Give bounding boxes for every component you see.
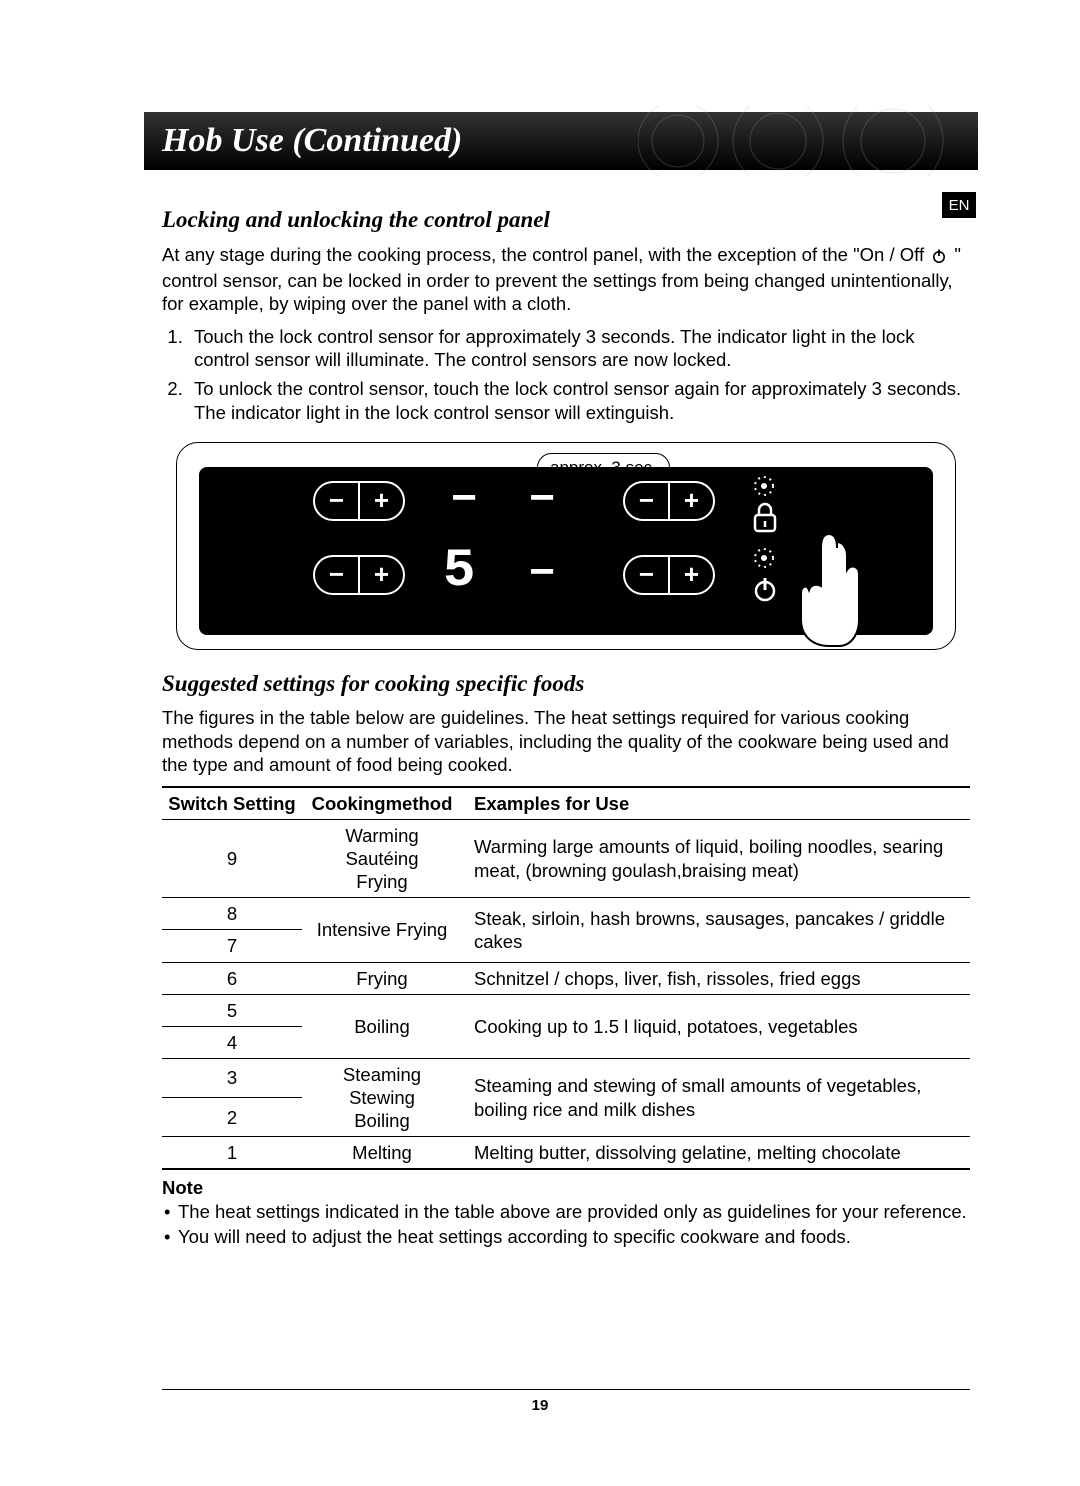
col-header-example: Examples for Use bbox=[462, 787, 970, 820]
language-tag: EN bbox=[942, 192, 976, 218]
cell-example: Steak, sirloin, hash browns, sausages, p… bbox=[462, 898, 970, 962]
header-decor-circles bbox=[638, 106, 958, 176]
minus-icon: − bbox=[625, 483, 668, 519]
plus-icon: + bbox=[360, 483, 403, 519]
cell-method: Melting bbox=[302, 1137, 462, 1170]
cell-setting: 8 bbox=[162, 898, 302, 930]
minus-icon: − bbox=[315, 483, 358, 519]
cell-setting: 1 bbox=[162, 1137, 302, 1170]
control-panel-figure: approx. 3 sec. −+ −+ −+ bbox=[176, 442, 956, 650]
finger-touch-icon bbox=[793, 528, 865, 653]
section-heading-lock: Locking and unlocking the control panel bbox=[162, 206, 970, 235]
cell-setting: 4 bbox=[162, 1026, 302, 1058]
table-row: 1MeltingMelting butter, dissolving gelat… bbox=[162, 1137, 970, 1170]
lock-icon bbox=[751, 501, 779, 535]
minus-plus-control-1: −+ bbox=[313, 481, 405, 521]
settings-table: Switch Setting Cookingmethod Examples fo… bbox=[162, 786, 970, 1171]
cell-example: Steaming and stewing of small amounts of… bbox=[462, 1058, 970, 1136]
plus-icon: + bbox=[360, 557, 403, 593]
indicator-light-icon bbox=[751, 545, 777, 571]
note-heading: Note bbox=[162, 1176, 970, 1199]
table-header-row: Switch Setting Cookingmethod Examples fo… bbox=[162, 787, 970, 820]
minus-plus-control-3: −+ bbox=[313, 555, 405, 595]
page-number: 19 bbox=[0, 1397, 1080, 1414]
table-row: 9WarmingSautéingFryingWarming large amou… bbox=[162, 819, 970, 897]
settings-intro-paragraph: The figures in the table below are guide… bbox=[162, 706, 970, 775]
note-list: The heat settings indicated in the table… bbox=[164, 1200, 970, 1248]
lock-step-1: Touch the lock control sensor for approx… bbox=[188, 325, 970, 371]
content-area: Locking and unlocking the control panel … bbox=[162, 170, 970, 1248]
cell-setting: 2 bbox=[162, 1098, 302, 1137]
display-top-1: − bbox=[451, 479, 481, 523]
power-icon bbox=[751, 575, 779, 603]
page-title: Hob Use (Continued) bbox=[162, 122, 462, 160]
cell-method: Intensive Frying bbox=[302, 898, 462, 962]
cell-setting: 9 bbox=[162, 819, 302, 897]
lock-intro-a: At any stage during the cooking process,… bbox=[162, 244, 929, 265]
footer-separator bbox=[162, 1389, 970, 1390]
display-bottom-2: − bbox=[529, 553, 559, 597]
note-item: The heat settings indicated in the table… bbox=[164, 1200, 970, 1223]
indicator-light-icon bbox=[751, 473, 777, 499]
cell-example: Warming large amounts of liquid, boiling… bbox=[462, 819, 970, 897]
table-row: 6FryingSchnitzel / chops, liver, fish, r… bbox=[162, 962, 970, 994]
cell-setting: 6 bbox=[162, 962, 302, 994]
col-header-method: Cookingmethod bbox=[302, 787, 462, 820]
lock-steps-list: Touch the lock control sensor for approx… bbox=[170, 325, 970, 424]
cell-example: Schnitzel / chops, liver, fish, rissoles… bbox=[462, 962, 970, 994]
cell-method: WarmingSautéingFrying bbox=[302, 819, 462, 897]
cell-setting: 7 bbox=[162, 930, 302, 962]
section-heading-settings: Suggested settings for cooking specific … bbox=[162, 670, 970, 699]
power-icon bbox=[931, 246, 947, 269]
plus-icon: + bbox=[670, 483, 713, 519]
cell-method: Boiling bbox=[302, 994, 462, 1058]
display-top-2: − bbox=[529, 479, 559, 523]
lock-step-2: To unlock the control sensor, touch the … bbox=[188, 377, 970, 423]
display-bottom-1: 5 bbox=[443, 545, 479, 599]
cell-setting: 5 bbox=[162, 994, 302, 1026]
page-header-band: Hob Use (Continued) bbox=[144, 112, 978, 170]
table-row: 5BoilingCooking up to 1.5 l liquid, pota… bbox=[162, 994, 970, 1026]
note-item: You will need to adjust the heat setting… bbox=[164, 1225, 970, 1248]
manual-page: Hob Use (Continued) EN Locking and unloc… bbox=[0, 0, 1080, 1486]
lock-intro-paragraph: At any stage during the cooking process,… bbox=[162, 243, 970, 315]
cell-example: Melting butter, dissolving gelatine, mel… bbox=[462, 1137, 970, 1170]
table-row: 8Intensive FryingSteak, sirloin, hash br… bbox=[162, 898, 970, 930]
minus-icon: − bbox=[315, 557, 358, 593]
cell-method: Frying bbox=[302, 962, 462, 994]
minus-plus-control-2: −+ bbox=[623, 481, 715, 521]
minus-icon: − bbox=[625, 557, 668, 593]
plus-icon: + bbox=[670, 557, 713, 593]
col-header-setting: Switch Setting bbox=[162, 787, 302, 820]
settings-table-wrap: Switch Setting Cookingmethod Examples fo… bbox=[162, 786, 970, 1171]
hob-control-panel: −+ −+ −+ −+ − − 5 − bbox=[199, 467, 933, 635]
cell-example: Cooking up to 1.5 l liquid, potatoes, ve… bbox=[462, 994, 970, 1058]
cell-method: SteamingStewingBoiling bbox=[302, 1058, 462, 1136]
minus-plus-control-4: −+ bbox=[623, 555, 715, 595]
table-row: 3SteamingStewingBoilingSteaming and stew… bbox=[162, 1058, 970, 1097]
cell-setting: 3 bbox=[162, 1058, 302, 1097]
